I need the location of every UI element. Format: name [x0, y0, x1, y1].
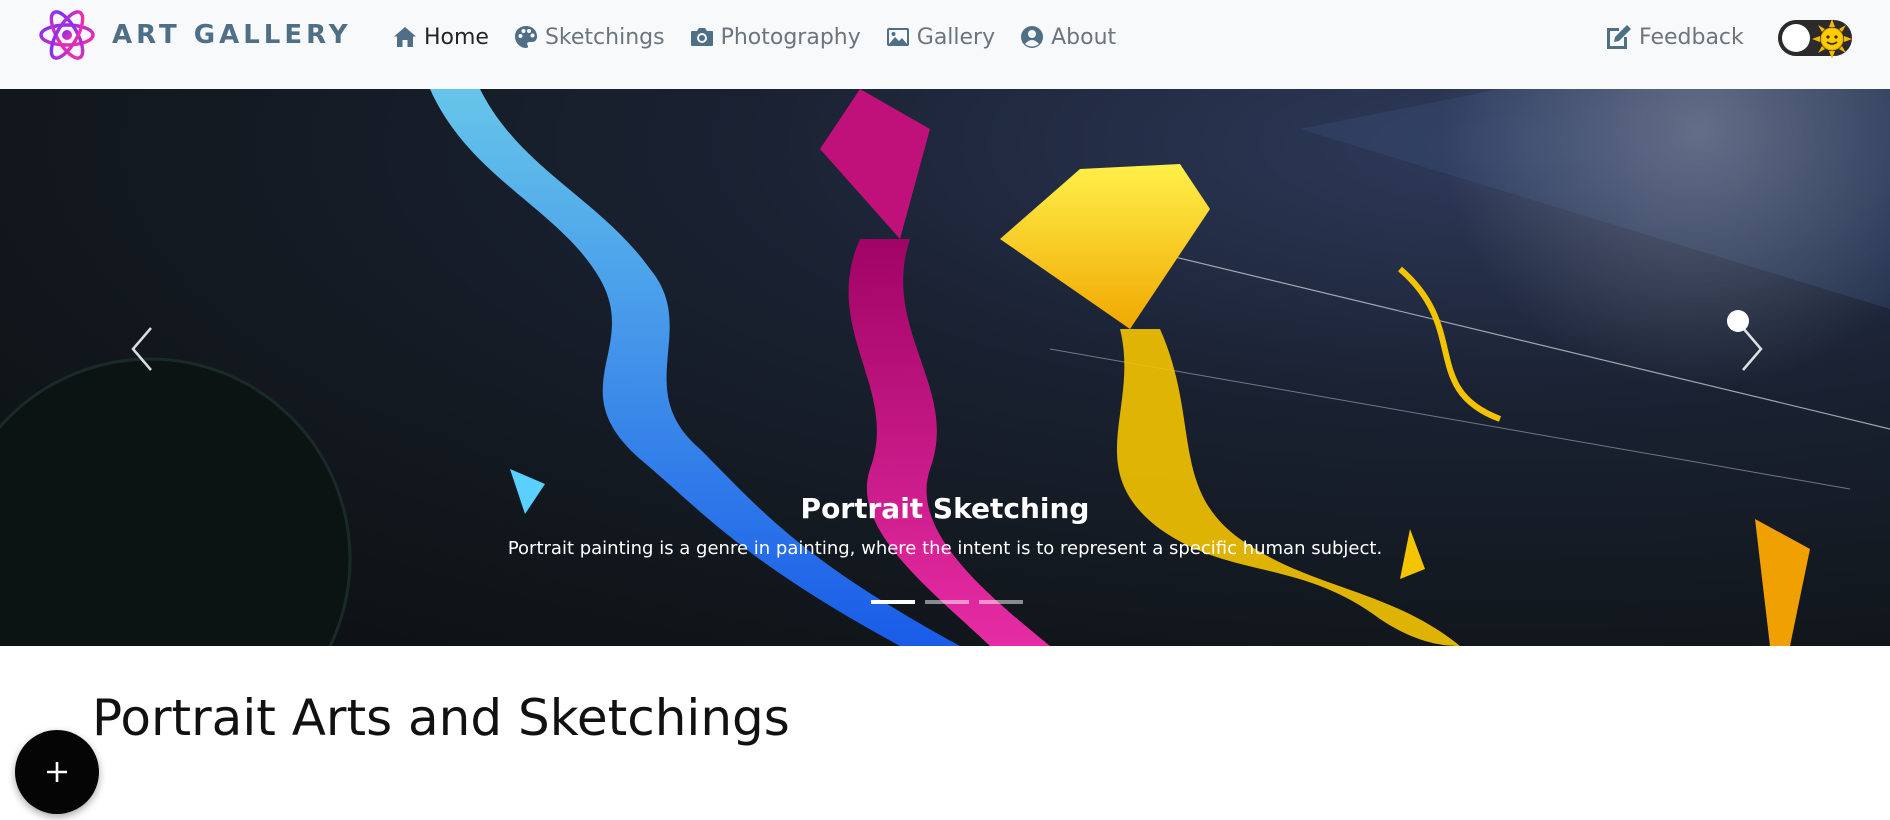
nav-item-sketchings[interactable]: Sketchings: [513, 24, 665, 50]
chevron-right-icon: [1742, 327, 1763, 371]
nav-item-about[interactable]: About: [1019, 24, 1116, 50]
nav-item-label: Sketchings: [544, 24, 665, 50]
theme-toggle[interactable]: [1778, 19, 1852, 59]
edit-icon: [1607, 25, 1631, 49]
brand[interactable]: ART GALLERY: [38, 2, 352, 68]
page-heading: Portrait Arts and Sketchings: [92, 689, 790, 747]
hero-carousel: Portrait Sketching Portrait painting is …: [0, 89, 1890, 646]
nav-item-home[interactable]: Home: [392, 24, 489, 50]
carousel-indicator-1[interactable]: [871, 600, 915, 604]
carousel-caption: Portrait Sketching Portrait painting is …: [0, 489, 1890, 563]
atom-icon: [39, 10, 95, 60]
brand-name: ART GALLERY: [112, 20, 352, 50]
carousel-next-button[interactable]: [1722, 309, 1782, 389]
camera-icon: [690, 28, 713, 46]
carousel-caption-text: Portrait painting is a genre in painting…: [507, 538, 1383, 559]
nav-item-photography[interactable]: Photography: [689, 24, 861, 50]
nav-item-label: Home: [424, 24, 489, 50]
chevron-left-icon: [131, 327, 152, 371]
home-icon: [394, 27, 416, 47]
sun-icon: [1812, 19, 1852, 59]
carousel-prev-button[interactable]: [112, 309, 172, 389]
user-circle-icon: [1021, 26, 1044, 48]
nav-item-label: Gallery: [916, 24, 996, 50]
nav-item-label: About: [1051, 24, 1117, 50]
nav-item-label: Photography: [720, 24, 861, 50]
image-icon: [886, 28, 909, 46]
carousel-caption-title: Portrait Sketching: [800, 492, 1090, 525]
nav-links: Home Sketchings Photography Gallery Abou…: [392, 18, 1140, 56]
feedback-label: Feedback: [1639, 24, 1744, 50]
plus-icon: [47, 762, 67, 782]
add-button[interactable]: [15, 730, 99, 814]
navbar: ART GALLERY Home Sketchings Photography …: [0, 0, 1890, 89]
toggle-knob: [1782, 24, 1810, 52]
carousel-indicators: [871, 600, 1033, 604]
feedback-link[interactable]: Feedback: [1603, 18, 1744, 56]
carousel-indicator-3[interactable]: [979, 600, 1023, 604]
carousel-indicator-2[interactable]: [925, 600, 969, 604]
palette-icon: [514, 26, 537, 48]
nav-item-gallery[interactable]: Gallery: [885, 24, 995, 50]
